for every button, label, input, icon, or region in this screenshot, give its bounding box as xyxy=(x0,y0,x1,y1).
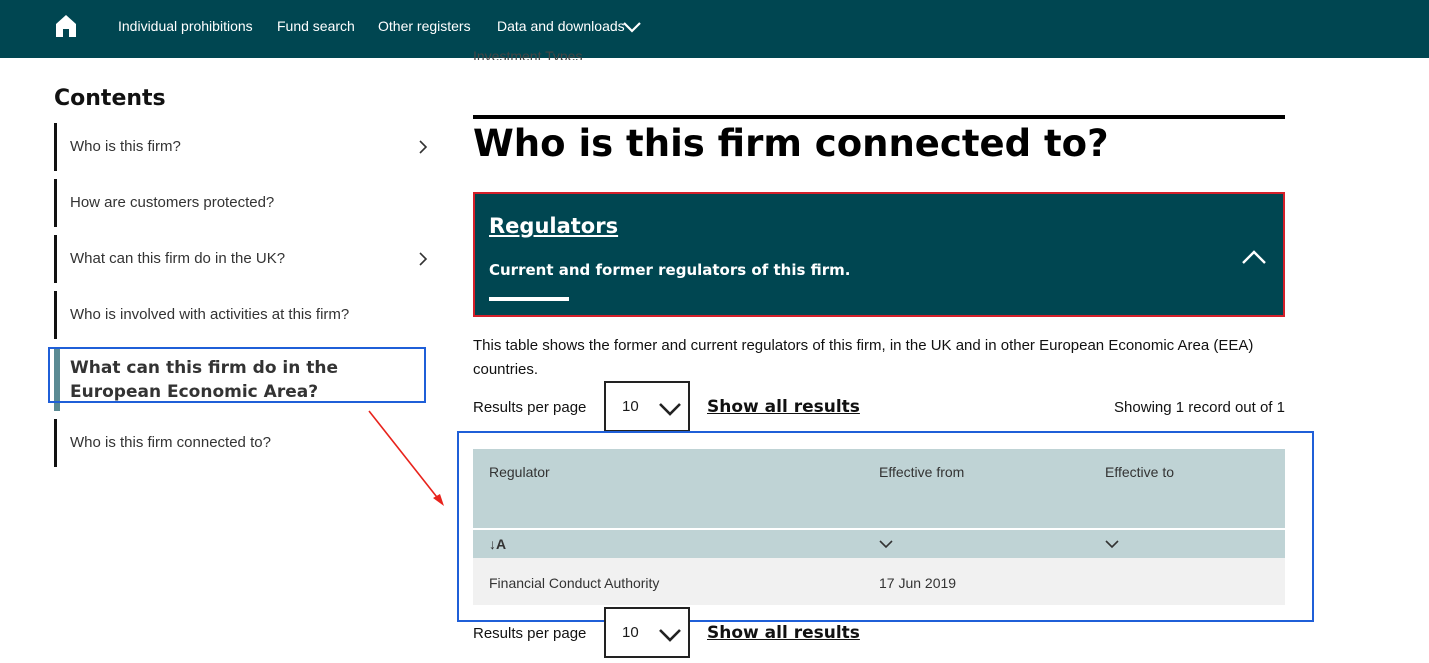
table-header-row: Regulator Effective from Effective to xyxy=(473,449,1285,528)
chevron-up-icon[interactable] xyxy=(1241,249,1267,265)
page-title: Who is this firm connected to? xyxy=(473,122,1109,165)
nav-item-other-registers[interactable]: Other registers xyxy=(378,18,471,34)
regulators-subtitle: Current and former regulators of this fi… xyxy=(489,261,851,279)
nav-item-data-and-downloads[interactable]: Data and downloads xyxy=(497,18,625,34)
table-description: This table shows the former and current … xyxy=(473,337,1254,378)
table-sort-row: ↓A xyxy=(473,530,1285,558)
sort-alphabetical-icon[interactable]: ↓A xyxy=(489,536,506,552)
table-row: Financial Conduct Authority 17 Jun 2019 xyxy=(473,558,1285,605)
sidebar-item-what-in-uk[interactable]: What can this firm do in the UK? xyxy=(54,235,434,283)
regulators-title: Regulators xyxy=(489,214,619,238)
nav-item-individual-prohibitions[interactable]: Individual prohibitions xyxy=(118,18,253,34)
regulators-underline-bar xyxy=(489,297,569,301)
chevron-down-icon[interactable] xyxy=(622,20,642,34)
sidebar-item-customers-protected[interactable]: How are customers protected? xyxy=(54,179,434,227)
contents-title: Contents xyxy=(54,86,166,111)
show-all-results-link[interactable]: Show all results xyxy=(707,623,860,643)
results-per-page-value: 10 xyxy=(622,398,639,415)
chevron-down-icon[interactable] xyxy=(1105,540,1119,549)
record-count: Showing 1 record out of 1 xyxy=(1114,399,1285,416)
nav-item-fund-search[interactable]: Fund search xyxy=(277,18,355,34)
results-per-page-label: Results per page xyxy=(473,399,587,416)
chevron-down-icon xyxy=(659,629,681,642)
column-header-effective-from[interactable]: Effective from xyxy=(879,464,964,480)
top-navigation: Individual prohibitions Fund search Othe… xyxy=(0,0,1429,58)
sidebar-item-eea-active[interactable]: What can this firm do in the European Ec… xyxy=(54,347,434,411)
sidebar-item-who-is-this-firm[interactable]: Who is this firm? xyxy=(54,123,434,171)
column-header-effective-to[interactable]: Effective to xyxy=(1105,464,1174,480)
heading-rule xyxy=(473,115,1285,119)
sidebar-item-connected-to[interactable]: Who is this firm connected to? xyxy=(54,419,434,467)
sidebar-item-label: What can this firm do in the UK? xyxy=(70,250,286,267)
chevron-right-icon xyxy=(419,140,428,154)
cell-effective-from: 17 Jun 2019 xyxy=(879,575,957,591)
results-per-page-select[interactable]: 10 xyxy=(604,381,690,432)
results-per-page-select[interactable]: 10 xyxy=(604,607,690,658)
sidebar-item-label: How are customers protected? xyxy=(70,194,275,211)
sidebar-item-label: Who is this firm? xyxy=(70,138,181,155)
home-icon[interactable] xyxy=(55,14,77,38)
results-per-page-label: Results per page xyxy=(473,625,587,642)
chevron-down-icon xyxy=(659,403,681,416)
sidebar-item-label: Who is involved with activities at this … xyxy=(70,306,350,323)
clipped-section-label: Investment Types xyxy=(473,48,583,60)
chevron-down-icon[interactable] xyxy=(879,540,893,549)
show-all-results-link[interactable]: Show all results xyxy=(707,397,860,417)
results-per-page-value: 10 xyxy=(622,624,639,641)
column-header-regulator[interactable]: Regulator xyxy=(489,464,550,480)
regulators-accordion[interactable]: Regulators Current and former regulators… xyxy=(473,192,1285,317)
sidebar-item-label: Who is this firm connected to? xyxy=(70,434,271,451)
cell-regulator: Financial Conduct Authority xyxy=(489,575,660,591)
chevron-right-icon xyxy=(419,252,428,266)
sidebar-item-who-is-involved[interactable]: Who is involved with activities at this … xyxy=(54,291,434,339)
sidebar-item-label: What can this firm do in the European Ec… xyxy=(70,358,339,402)
